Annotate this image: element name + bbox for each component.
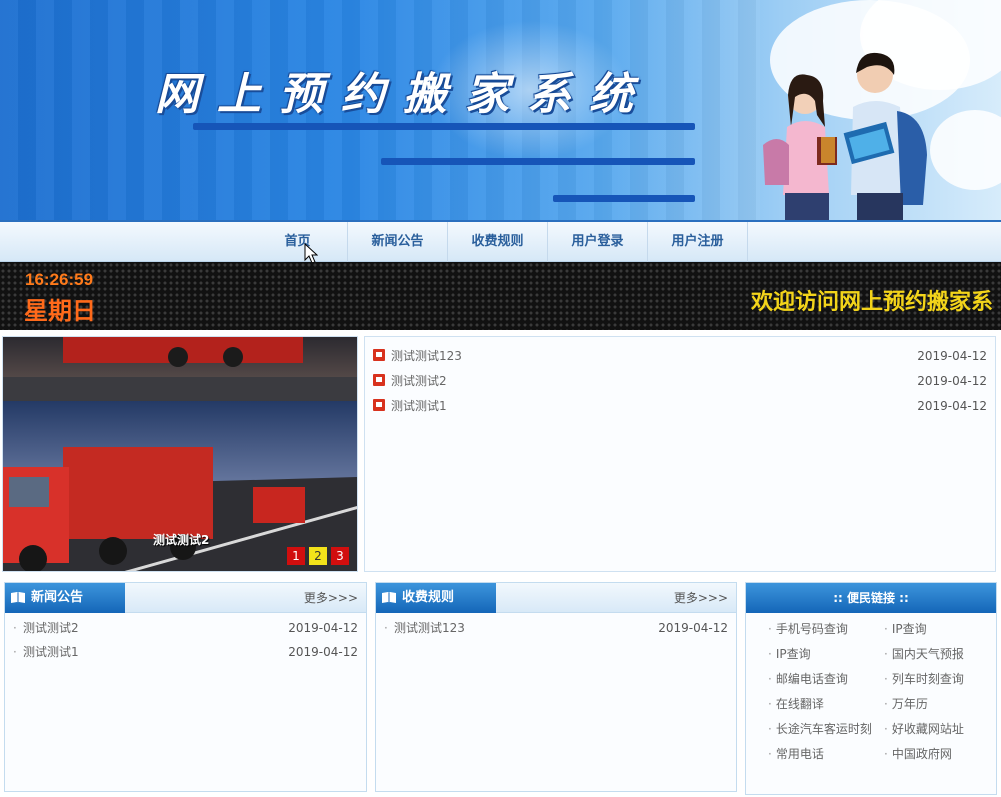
list-item[interactable]: · 测试测试2 2019-04-12 (13, 616, 358, 640)
slide-caption: 测试测试2 (153, 533, 210, 547)
quick-link[interactable]: · 好收藏网站址 (884, 718, 964, 740)
current-time: 16:26:59 (25, 270, 94, 289)
header-banner: 网上预约搬家系统 (0, 0, 1001, 220)
list-item-title[interactable]: 测试测试1 (391, 395, 447, 417)
quick-link[interactable]: · 常用电话 (768, 743, 824, 765)
document-icon (373, 374, 385, 386)
panel-title: 收费规则 (376, 583, 496, 613)
list-item-title[interactable]: 测试测试123 (394, 616, 465, 640)
bullet: · (384, 621, 388, 635)
quick-link[interactable]: · 中国政府网 (884, 743, 952, 765)
current-weekday: 星期日 (24, 298, 96, 325)
slide-dot-3[interactable]: 3 (331, 547, 349, 565)
panel-title-text: 新闻公告 (31, 590, 84, 605)
news-panel: 新闻公告 更多>>> · 测试测试2 2019-04-12 · 测试测试1 20… (4, 582, 367, 792)
list-item[interactable]: 测试测试2 2019-04-12 (373, 370, 987, 392)
students-illustration (763, 52, 927, 220)
list-item-date: 2019-04-12 (917, 399, 987, 413)
quick-link[interactable]: · 万年历 (884, 693, 928, 715)
panel-title: 新闻公告 (5, 583, 125, 613)
book-icon (382, 592, 396, 603)
list-item-title[interactable]: 测试测试123 (391, 345, 462, 367)
fees-panel: 收费规则 更多>>> · 测试测试123 2019-04-12 (375, 582, 737, 792)
list-item-date: 2019-04-12 (288, 645, 358, 659)
list-item-date: 2019-04-12 (917, 374, 987, 388)
site-title: 网上预约搬家系统 (155, 69, 651, 120)
list-item-title[interactable]: 测试测试1 (23, 640, 79, 664)
quick-link[interactable]: · IP查询 (768, 643, 811, 665)
quick-link[interactable]: · 在线翻译 (768, 693, 824, 715)
nav-home[interactable]: 首页 (248, 222, 348, 262)
list-item[interactable]: 测试测试123 2019-04-12 (373, 345, 987, 367)
fees-more-link[interactable]: 更多>>> (674, 583, 728, 613)
banner-decor-bar (193, 123, 695, 130)
book-icon (11, 592, 25, 603)
panel-title-text: 收费规则 (402, 590, 455, 605)
nav-register[interactable]: 用户注册 (648, 222, 748, 262)
bullet: · (13, 645, 17, 659)
slide-dot-1[interactable]: 1 (287, 547, 305, 565)
list-item-date: 2019-04-12 (288, 621, 358, 635)
latest-list: 测试测试123 2019-04-12 测试测试2 2019-04-12 测试测试… (364, 336, 996, 572)
list-item[interactable]: 测试测试1 2019-04-12 (373, 395, 987, 417)
slide-pagination: 1 2 3 (287, 547, 349, 565)
quick-link[interactable]: · 列车时刻查询 (884, 668, 964, 690)
panel-header: 新闻公告 更多>>> (5, 583, 366, 613)
slide-dot-2[interactable]: 2 (309, 547, 327, 565)
list-item[interactable]: · 测试测试123 2019-04-12 (384, 616, 728, 640)
banner-decor-bar (381, 158, 695, 165)
news-more-link[interactable]: 更多>>> (304, 583, 358, 613)
image-slider[interactable]: 测试测试2 1 2 3 (2, 336, 358, 572)
bullet: · (13, 621, 17, 635)
list-item-date: 2019-04-12 (917, 349, 987, 363)
list-item-title[interactable]: 测试测试2 (391, 370, 447, 392)
quick-link[interactable]: · 手机号码查询 (768, 618, 848, 640)
quick-link[interactable]: · 邮编电话查询 (768, 668, 848, 690)
banner-decor-bar (553, 195, 695, 202)
quick-link[interactable]: · 长途汽车客运时刻 (768, 718, 872, 740)
quick-links-panel: :: 便民链接 :: · 手机号码查询 · IP查询 · IP查询 · 国内天气预报 ·… (745, 582, 997, 795)
main-nav: 首页 新闻公告 收费规则 用户登录 用户注册 (0, 220, 1001, 262)
list-item-title[interactable]: 测试测试2 (23, 616, 79, 640)
nav-fees[interactable]: 收费规则 (448, 222, 548, 262)
document-icon (373, 399, 385, 411)
panel-header: 收费规则 更多>>> (376, 583, 736, 613)
nav-login[interactable]: 用户登录 (548, 222, 648, 262)
list-item-date: 2019-04-12 (658, 621, 728, 635)
document-icon (373, 349, 385, 361)
quick-link[interactable]: · 国内天气预报 (884, 643, 964, 665)
nav-news[interactable]: 新闻公告 (348, 222, 448, 262)
welcome-marquee: 欢迎访问网上预约搬家系 (750, 289, 993, 314)
list-item[interactable]: · 测试测试1 2019-04-12 (13, 640, 358, 664)
quick-links-title: :: 便民链接 :: (746, 583, 996, 613)
quick-link[interactable]: · IP查询 (884, 618, 927, 640)
